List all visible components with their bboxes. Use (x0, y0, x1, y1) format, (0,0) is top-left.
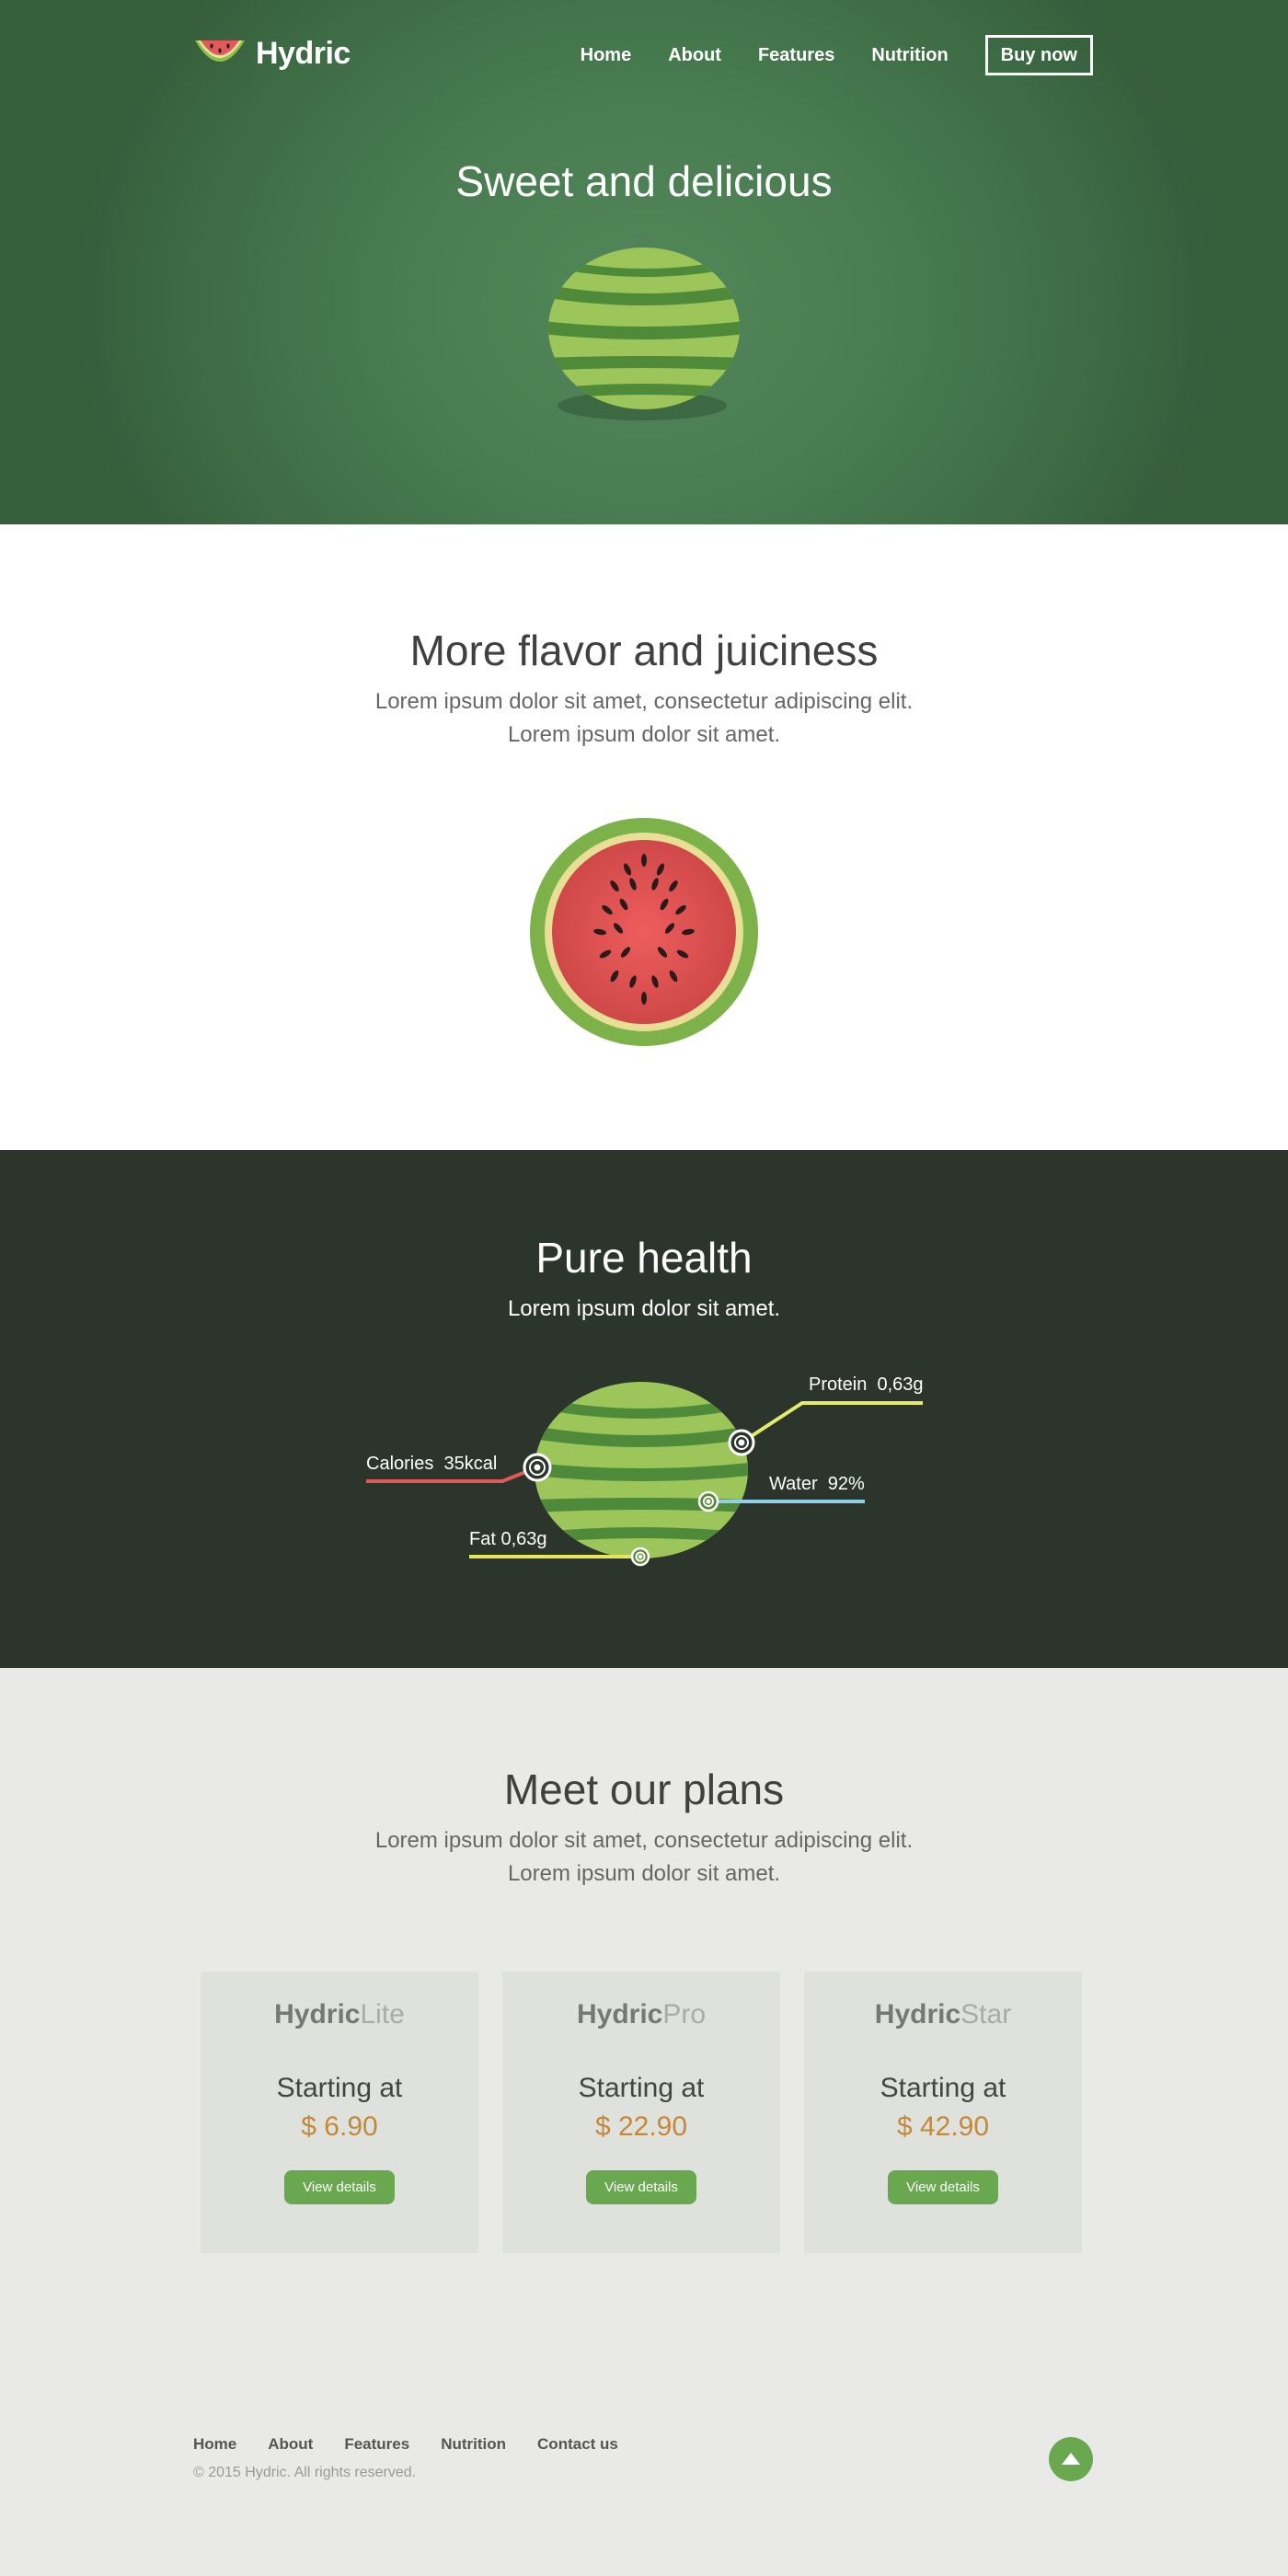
plan-price: $ 6.90 (301, 2111, 378, 2142)
logo[interactable]: Hydric (193, 33, 351, 74)
fat-marker (630, 1547, 650, 1567)
seed (641, 854, 647, 867)
seed (641, 992, 647, 1005)
calories-marker (523, 1453, 552, 1482)
calories-value: 35kcal (443, 1454, 498, 1474)
fat-value: 0,63g (500, 1529, 547, 1549)
plan-brand: Hydric (874, 1999, 961, 2030)
footer-nav: Home About Features Nutrition Contact us (193, 2435, 650, 2454)
plan-name: HydricStar (804, 1999, 1082, 2030)
flavor-subtitle-line2: Lorem ipsum dolor sit amet. (507, 722, 781, 747)
copyright-text: © 2015 Hydric. All rights reserved. (193, 2465, 417, 2480)
watermelon-slice-icon (195, 40, 245, 62)
nav-nutrition[interactable]: Nutrition (871, 45, 948, 66)
protein-callout-line (740, 1401, 923, 1444)
plan-starting-at: Starting at (276, 2073, 403, 2103)
plan-price: $ 22.90 (594, 2111, 688, 2142)
footer-link-about[interactable]: About (268, 2435, 313, 2454)
footer-link-features[interactable]: Features (344, 2435, 409, 2454)
nav-home[interactable]: Home (581, 45, 632, 66)
view-details-button[interactable]: View details (586, 2170, 696, 2204)
plans-subtitle: Lorem ipsum dolor sit amet, consectetur … (0, 1824, 1288, 1891)
plan-card-lite: HydricLite Starting at $ 6.90 View detai… (201, 1972, 478, 2253)
flavor-subtitle: Lorem ipsum dolor sit amet, consectetur … (0, 685, 1288, 752)
whole-watermelon-illustration (548, 247, 740, 420)
plan-brand: Hydric (576, 1999, 663, 2030)
fat-label: Fat 0,63g (469, 1529, 547, 1550)
protein-name: Protein (809, 1374, 868, 1395)
watermelon-cross-section-illustration (530, 818, 758, 1046)
nutrition-diagram (366, 1382, 923, 1567)
plan-card-star: HydricStar Starting at $ 42.90 View deta… (804, 1972, 1082, 2253)
nav-about[interactable]: About (668, 45, 721, 66)
calories-name: Calories (366, 1454, 434, 1474)
back-to-top-button[interactable] (1049, 2437, 1093, 2481)
buy-now-button[interactable]: Buy now (984, 35, 1093, 75)
water-marker (697, 1490, 719, 1512)
plan-starting-at: Starting at (880, 2073, 1006, 2103)
plan-name: HydricPro (502, 1999, 780, 2030)
view-details-button[interactable]: View details (888, 2170, 998, 2204)
flavor-subtitle-line1: Lorem ipsum dolor sit amet, consectetur … (374, 689, 914, 714)
protein-label: Protein 0,63g (809, 1374, 924, 1396)
plan-brand: Hydric (274, 1999, 361, 2030)
flavor-title: More flavor and juiciness (409, 627, 879, 674)
plans-title: Meet our plans (503, 1765, 785, 1813)
health-section: Pure health Lorem ipsum dolor sit amet. (0, 1150, 1288, 1668)
plan-tier: Pro (662, 1999, 707, 2030)
plan-price: $ 42.90 (896, 2111, 990, 2142)
protein-marker (728, 1429, 755, 1456)
view-details-button[interactable]: View details (284, 2170, 395, 2204)
water-label: Water 92% (769, 1474, 865, 1495)
fat-name: Fat (469, 1529, 496, 1549)
plan-card-pro: HydricPro Starting at $ 22.90 View detai… (502, 1972, 780, 2253)
footer: Home About Features Nutrition Contact us… (0, 2312, 1288, 2576)
arrow-up-icon (1062, 2453, 1080, 2465)
footer-link-home[interactable]: Home (193, 2435, 236, 2454)
main-nav: Home About Features Nutrition Buy now (544, 35, 1093, 75)
water-value: 92% (827, 1474, 865, 1494)
protein-value: 0,63g (877, 1374, 924, 1395)
plan-tier: Lite (360, 1999, 405, 2030)
plan-name: HydricLite (201, 1999, 478, 2030)
footer-link-contact[interactable]: Contact us (537, 2435, 618, 2454)
plans-section: Meet our plans Lorem ipsum dolor sit ame… (0, 1668, 1288, 2312)
flavor-section: More flavor and juiciness Lorem ipsum do… (0, 524, 1288, 1150)
plan-starting-at: Starting at (578, 2073, 705, 2103)
hero-title: Sweet and delicious (455, 157, 833, 205)
calories-label: Calories 35kcal (366, 1454, 497, 1475)
plans-subtitle-line2: Lorem ipsum dolor sit amet. (507, 1861, 781, 1886)
logo-text: Hydric (256, 35, 351, 71)
water-name: Water (769, 1474, 818, 1494)
plans-subtitle-line1: Lorem ipsum dolor sit amet, consectetur … (374, 1828, 914, 1853)
footer-link-nutrition[interactable]: Nutrition (441, 2435, 506, 2454)
plan-tier: Star (960, 1999, 1012, 2030)
nav-features[interactable]: Features (758, 45, 834, 66)
hero-section: Hydric Home About Features Nutrition Buy… (0, 0, 1288, 524)
